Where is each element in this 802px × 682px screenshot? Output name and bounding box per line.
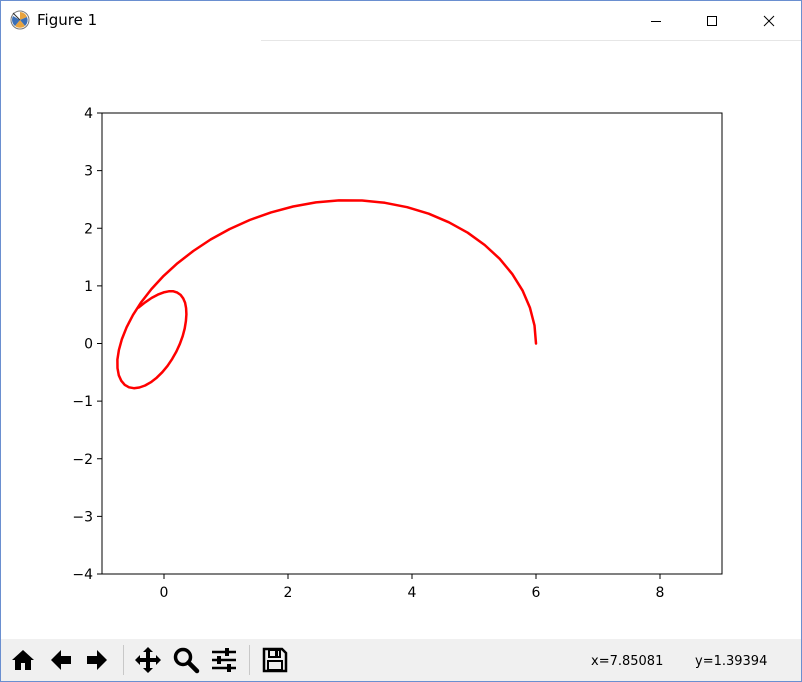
y-tick-label: −4 bbox=[72, 567, 93, 583]
minimize-button[interactable] bbox=[633, 1, 679, 40]
y-tick-label: 1 bbox=[84, 279, 93, 295]
figure-window: Figure 1 0 2 4 6 8 −4 −3 −2 −1 0 1 2 3 4 bbox=[0, 0, 802, 682]
y-tick-label: −2 bbox=[72, 452, 93, 468]
title-bar[interactable]: Figure 1 bbox=[1, 1, 801, 40]
pan-button[interactable] bbox=[132, 644, 164, 676]
save-button[interactable] bbox=[259, 644, 291, 676]
toolbar-separator bbox=[123, 645, 124, 675]
back-button[interactable] bbox=[45, 644, 77, 676]
minimize-icon bbox=[651, 20, 661, 22]
x-tick-label: 2 bbox=[284, 585, 293, 601]
cursor-x-readout: x=7.85081 bbox=[591, 654, 664, 669]
x-tick-label: 8 bbox=[656, 585, 665, 601]
axes-frame bbox=[101, 112, 723, 575]
y-tick-label: 0 bbox=[84, 337, 93, 353]
home-icon bbox=[12, 650, 34, 670]
chart[interactable]: 0 2 4 6 8 −4 −3 −2 −1 0 1 2 3 4 bbox=[1, 41, 801, 639]
close-button[interactable] bbox=[746, 1, 792, 40]
maximize-icon bbox=[707, 15, 717, 26]
y-tick-label: 4 bbox=[84, 106, 93, 122]
arrow-left-icon bbox=[51, 650, 71, 670]
matplotlib-icon bbox=[10, 10, 30, 30]
subplots-button[interactable] bbox=[208, 644, 240, 676]
axes: 0 2 4 6 8 −4 −3 −2 −1 0 1 2 3 4 bbox=[72, 106, 723, 601]
home-button[interactable] bbox=[7, 644, 39, 676]
arrow-right-icon bbox=[87, 650, 107, 670]
move-icon bbox=[135, 647, 161, 673]
y-tick-label: 3 bbox=[84, 164, 93, 180]
y-tick-label: 2 bbox=[84, 221, 93, 237]
zoom-button[interactable] bbox=[170, 644, 202, 676]
plot-canvas[interactable]: 0 2 4 6 8 −4 −3 −2 −1 0 1 2 3 4 bbox=[1, 41, 801, 639]
forward-button[interactable] bbox=[81, 644, 113, 676]
sliders-icon bbox=[212, 648, 236, 672]
navigation-toolbar: x=7.85081 y=1.39394 bbox=[1, 639, 801, 681]
floppy-disk-icon bbox=[262, 647, 288, 673]
x-tick-label: 0 bbox=[160, 585, 169, 601]
y-tick-label: −3 bbox=[72, 509, 93, 525]
maximize-button[interactable] bbox=[689, 1, 735, 40]
x-tick-label: 4 bbox=[408, 585, 417, 601]
y-tick-label: −1 bbox=[72, 394, 93, 410]
magnifier-icon bbox=[173, 647, 200, 674]
cursor-y-readout: y=1.39394 bbox=[695, 654, 768, 669]
close-icon bbox=[763, 15, 775, 26]
toolbar-separator bbox=[249, 645, 250, 675]
x-tick-label: 6 bbox=[532, 585, 541, 601]
series-line-0 bbox=[116, 199, 538, 390]
window-title: Figure 1 bbox=[37, 11, 98, 29]
